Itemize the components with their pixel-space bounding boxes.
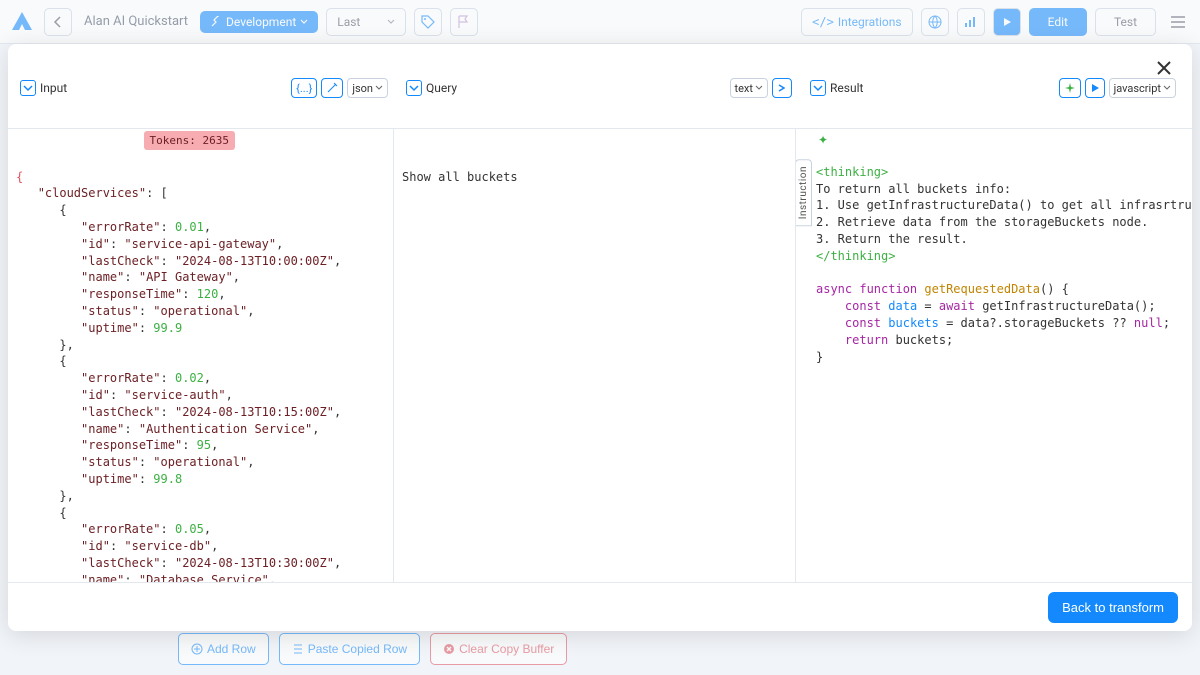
env-selector[interactable]: Development: [200, 11, 318, 33]
integrations-button[interactable]: </> Integrations: [801, 8, 912, 36]
query-label: Query: [426, 81, 457, 95]
edit-button[interactable]: Edit: [1029, 8, 1087, 36]
app-title: Alan AI Quickstart: [80, 14, 192, 29]
clear-buffer-button[interactable]: Clear Copy Buffer: [430, 633, 567, 665]
chevron-down-icon[interactable]: [810, 80, 826, 96]
sparkle-icon[interactable]: [1059, 78, 1081, 98]
test-button[interactable]: Test: [1095, 8, 1156, 36]
flag-icon-button[interactable]: [450, 8, 478, 36]
result-editor[interactable]: <thinking> To return all buckets info: 1…: [796, 129, 1192, 582]
top-toolbar: Alan AI Quickstart Development Last </> …: [0, 0, 1200, 44]
input-editor[interactable]: Tokens: 2635 { "cloudServices": [ { "err…: [8, 129, 393, 582]
bottom-actions: Add Row Paste Copied Row Clear Copy Buff…: [178, 633, 567, 665]
transform-modal: Input {...} json Query text Result: [8, 44, 1192, 631]
last-selector[interactable]: Last: [326, 8, 406, 36]
add-row-button[interactable]: Add Row: [178, 633, 269, 665]
query-kind-select[interactable]: text: [730, 78, 769, 98]
tag-icon-button[interactable]: [414, 8, 442, 36]
query-column: Show all buckets: [393, 129, 795, 582]
globe-icon-button[interactable]: [921, 8, 949, 36]
input-format-select[interactable]: json: [347, 78, 388, 98]
back-to-transform-button[interactable]: Back to transform: [1048, 592, 1178, 623]
result-column: Instruction ✦ <thinking> To return all b…: [795, 129, 1192, 582]
play-icon-button[interactable]: [993, 8, 1021, 36]
play-result-icon[interactable]: [1085, 78, 1105, 98]
chevron-down-icon[interactable]: [20, 80, 36, 96]
copy-icon[interactable]: [773, 135, 789, 151]
result-label: Result: [830, 81, 863, 95]
back-button[interactable]: [44, 8, 72, 36]
menu-icon-button[interactable]: [1164, 8, 1192, 36]
input-label: Input: [40, 81, 67, 95]
analytics-icon-button[interactable]: [957, 8, 985, 36]
tokens-badge: Tokens: 2635: [144, 131, 235, 150]
magic-wand-icon[interactable]: [321, 78, 343, 98]
query-editor[interactable]: Show all buckets: [394, 129, 795, 582]
braces-button[interactable]: {...}: [291, 78, 317, 98]
result-lang-select[interactable]: javascript: [1109, 78, 1176, 98]
input-column: Tokens: 2635 { "cloudServices": [ { "err…: [8, 129, 393, 582]
run-query-icon[interactable]: [772, 78, 792, 98]
paste-row-button[interactable]: Paste Copied Row: [279, 633, 420, 665]
chevron-down-icon[interactable]: [406, 80, 422, 96]
logo-icon: [8, 8, 36, 36]
